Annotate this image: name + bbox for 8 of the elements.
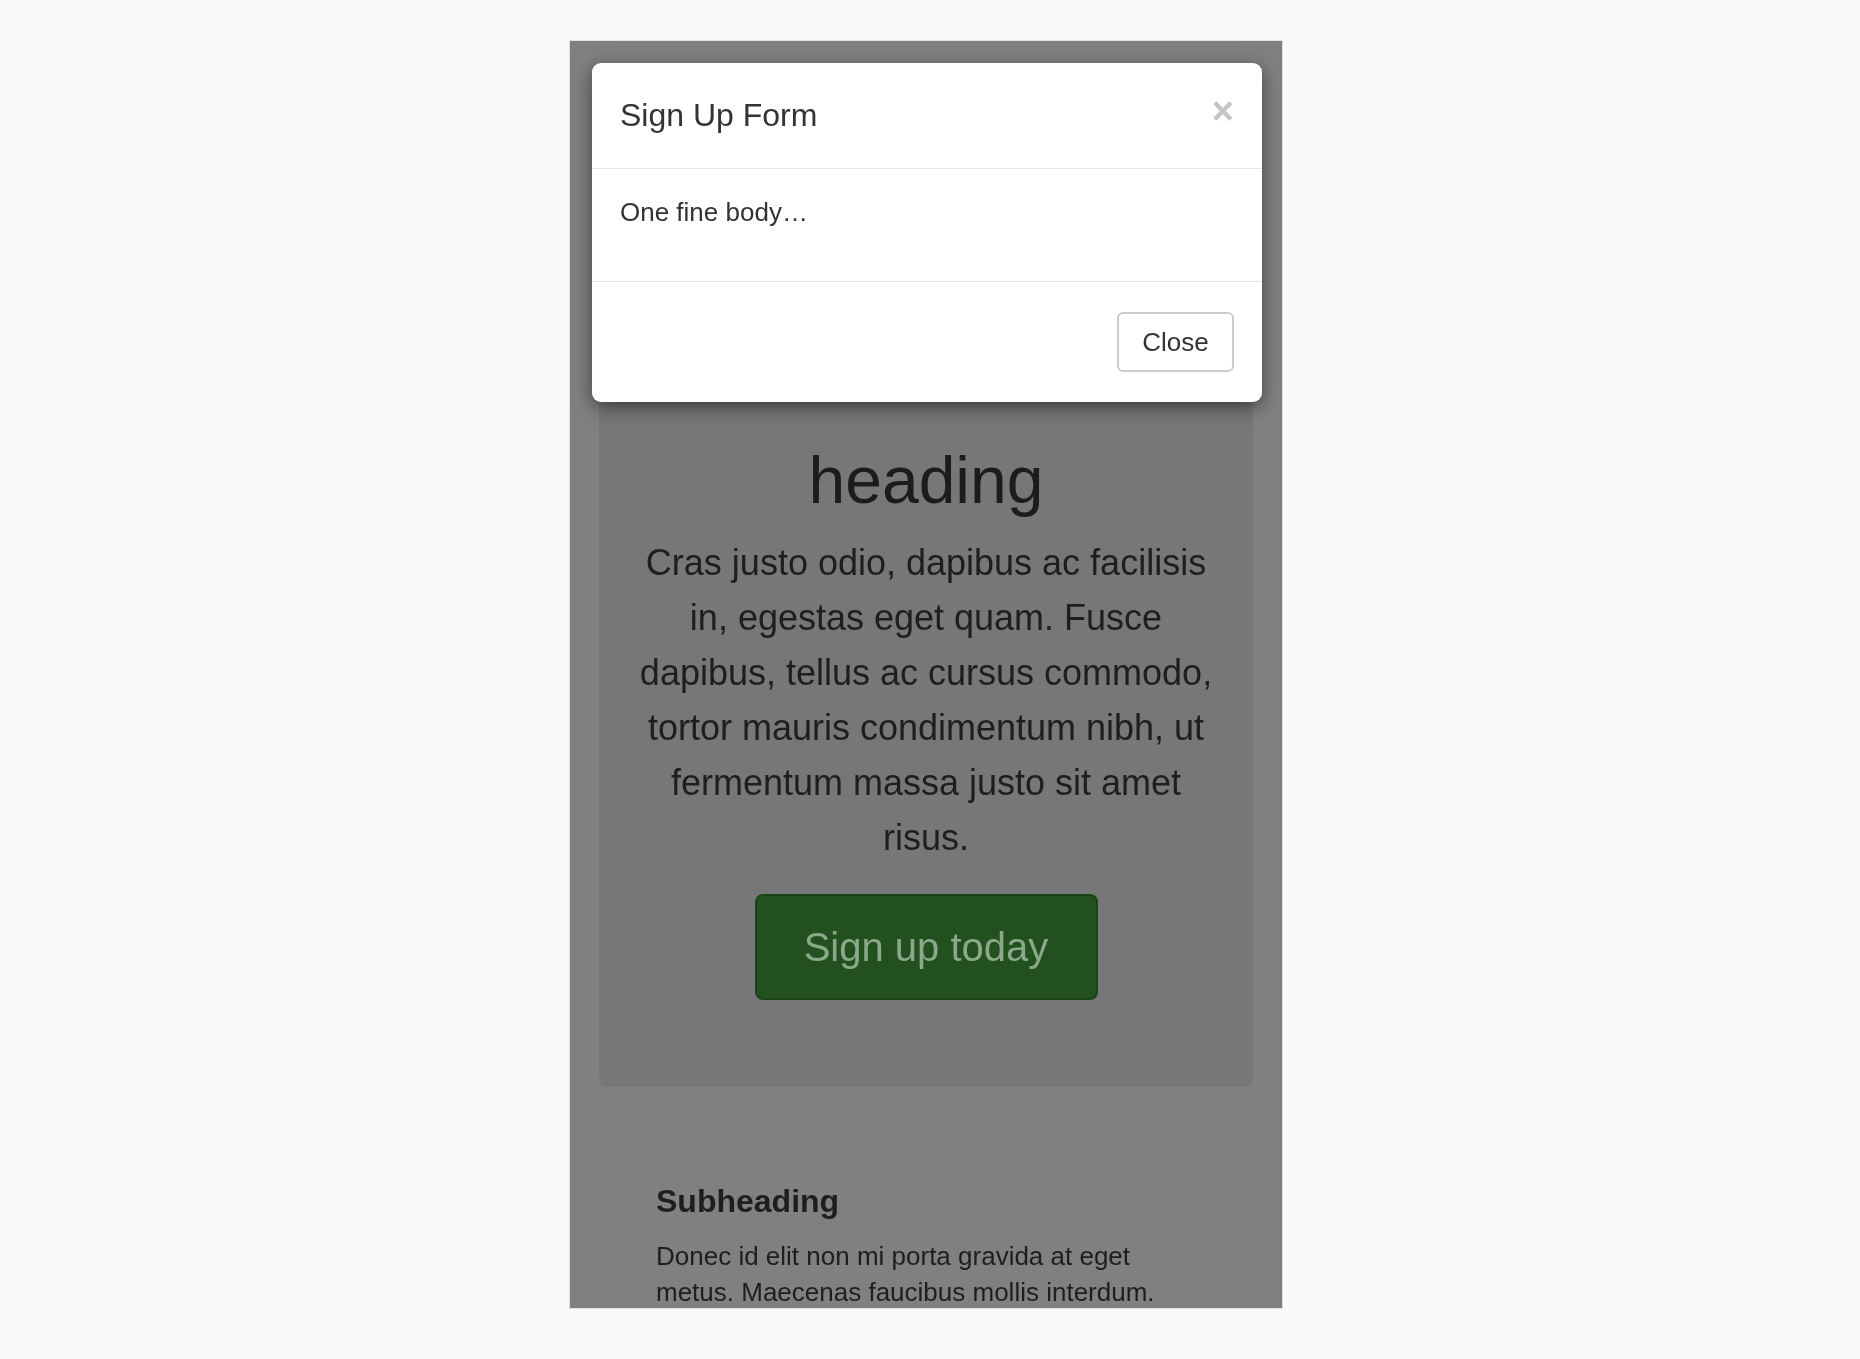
subheading: Subheading [656, 1182, 841, 1220]
modal-body-text: One fine body… [620, 197, 808, 227]
jumbotron-heading: heading [807, 445, 1045, 515]
close-button[interactable]: Close [1117, 312, 1234, 372]
jumbotron-text: Cras justo odio, dapibus ac facilisis in, egestas eget quam. Fusce dapibus, tellus ac cursus commodo, tortor mauris condimentum nibh, ut fermentum massa justo sit amet risus. [638, 541, 1214, 860]
sign-up-button[interactable]: Sign up today [754, 894, 1098, 1000]
section-text: Donec id elit non mi porta gravida at eget metus. Maecenas faucibus mollis interdum. [656, 1240, 1156, 1308]
modal-title: Sign Up Form [620, 97, 818, 134]
